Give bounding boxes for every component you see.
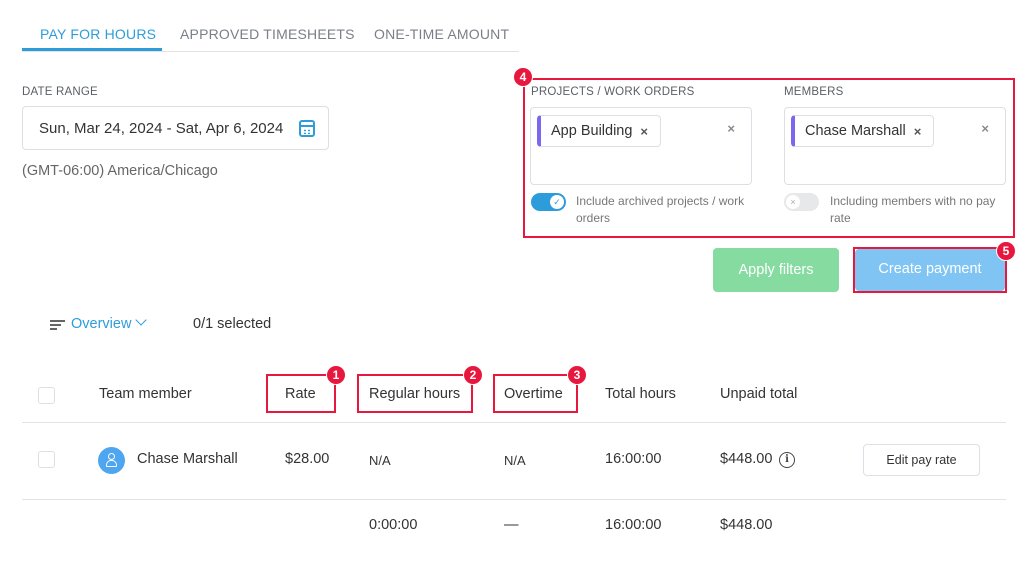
col-unpaid-total[interactable]: Unpaid total (720, 386, 797, 402)
regular-hours-annotation-box (357, 374, 473, 413)
chevron-down-icon[interactable] (135, 314, 147, 326)
total-unpaid-total: $448.00 (720, 517, 773, 533)
user-icon-body (106, 460, 117, 467)
include-no-pay-rate-line1: Including members with no pay (830, 194, 996, 208)
project-chip: App Building × (537, 115, 662, 147)
overview-dropdown[interactable]: Overview (71, 316, 131, 332)
include-no-pay-rate-text: Including members with no pay rate (830, 193, 995, 227)
toggle-knob: × (786, 195, 800, 209)
row-unpaid-total: $448.00 (720, 451, 773, 467)
total-regular-hours: 0:00:00 (369, 517, 418, 533)
timezone-label: (GMT-06:00) America/Chicago (22, 163, 218, 179)
toggle-knob: ✓ (550, 195, 564, 209)
user-icon (108, 453, 115, 460)
info-icon[interactable]: i (779, 452, 795, 468)
member-chip-label: Chase Marshall (805, 123, 906, 139)
overtime-annotation-box (493, 374, 578, 413)
row-overtime: N/A (504, 453, 526, 468)
avatar (98, 447, 125, 474)
date-range-value: Sun, Mar 24, 2024 - Sat, Apr 6, 2024 (39, 120, 284, 137)
members-select[interactable]: Chase Marshall × × (784, 107, 1006, 185)
edit-pay-rate-button[interactable]: Edit pay rate (863, 444, 980, 476)
include-archived-line2: orders (576, 211, 611, 225)
include-archived-line1: Include archived projects / work (576, 194, 745, 208)
total-total-hours: 16:00:00 (605, 517, 662, 533)
close-icon: × (790, 197, 796, 207)
include-archived-toggle[interactable]: ✓ (531, 193, 566, 211)
remove-project-icon[interactable]: × (640, 124, 648, 139)
row-rate: $28.00 (285, 451, 330, 467)
row-divider (22, 499, 1006, 500)
active-tab-indicator (22, 48, 162, 51)
annotation-badge-5: 5 (996, 241, 1016, 261)
apply-filters-button[interactable]: Apply filters (713, 248, 839, 292)
projects-select[interactable]: App Building × × (530, 107, 752, 185)
clear-members-icon[interactable]: × (981, 121, 989, 136)
row-member-name: Chase Marshall (137, 451, 238, 467)
row-checkbox[interactable] (38, 451, 55, 468)
row-regular-hours: N/A (369, 453, 391, 468)
annotation-badge-2: 2 (463, 365, 483, 385)
project-chip-label: App Building (551, 123, 633, 139)
row-total-hours: 16:00:00 (605, 451, 662, 467)
tab-one-time-amount[interactable]: ONE-TIME AMOUNT (374, 26, 509, 42)
annotation-badge-3: 3 (567, 365, 587, 385)
annotation-badge-4: 4 (513, 67, 533, 87)
projects-filter-label: PROJECTS / WORK ORDERS (531, 86, 695, 98)
include-no-pay-rate-toggle[interactable]: × (784, 193, 819, 211)
remove-member-icon[interactable]: × (914, 124, 922, 139)
header-divider (22, 422, 1006, 423)
list-icon (50, 320, 65, 330)
col-team-member[interactable]: Team member (99, 386, 192, 402)
tab-pay-for-hours[interactable]: PAY FOR HOURS (40, 26, 156, 42)
members-filter-label: MEMBERS (784, 86, 844, 98)
include-archived-text: Include archived projects / work orders (576, 193, 744, 227)
include-no-pay-rate-line2: rate (830, 211, 851, 225)
rate-annotation-box (266, 374, 336, 413)
date-range-picker[interactable]: Sun, Mar 24, 2024 - Sat, Apr 6, 2024 (22, 106, 329, 150)
create-payment-button[interactable]: Create payment (855, 249, 1005, 291)
member-chip: Chase Marshall × (791, 115, 935, 147)
selected-count: 0/1 selected (193, 316, 272, 332)
clear-projects-icon[interactable]: × (727, 121, 735, 136)
select-all-checkbox[interactable] (38, 387, 55, 404)
total-overtime: — (504, 517, 519, 533)
tab-bar: PAY FOR HOURS APPROVED TIMESHEETS ONE-TI… (22, 0, 519, 52)
calendar-icon[interactable] (299, 120, 315, 137)
date-range-label: DATE RANGE (22, 86, 98, 98)
annotation-badge-1: 1 (326, 365, 346, 385)
check-icon: ✓ (553, 197, 561, 207)
tab-approved-timesheets[interactable]: APPROVED TIMESHEETS (180, 26, 355, 42)
col-total-hours[interactable]: Total hours (605, 386, 676, 402)
